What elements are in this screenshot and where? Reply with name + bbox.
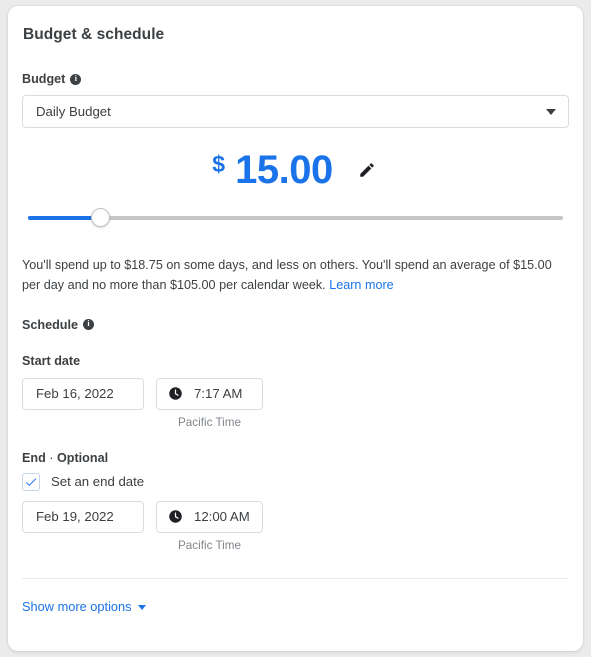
page-title: Budget & schedule	[23, 26, 165, 43]
show-more-options-link[interactable]: Show more options	[22, 599, 146, 614]
set-end-date-label: Set an end date	[51, 474, 145, 490]
end-date-row: Feb 19, 2022 12:00 AM	[22, 500, 569, 533]
start-date-value: Feb 16, 2022	[36, 386, 114, 402]
start-time-value: 7:17 AM	[194, 386, 243, 402]
end-label-text: End	[22, 450, 46, 465]
budget-label-text: Budget	[22, 72, 66, 86]
budget-schedule-card: Budget & schedule Budget i Daily Budget …	[8, 6, 583, 651]
show-more-options-label: Show more options	[22, 598, 132, 614]
schedule-label-text: Schedule	[22, 317, 78, 332]
end-label: End · Optional	[22, 451, 569, 465]
chevron-down-icon	[546, 108, 556, 115]
clock-icon	[169, 387, 182, 401]
budget-type-select[interactable]: Daily Budget	[22, 95, 569, 128]
info-icon[interactable]: i	[70, 73, 82, 85]
end-optional-text: Optional	[57, 450, 109, 465]
set-end-date-checkbox-row[interactable]: Set an end date	[22, 472, 569, 491]
end-date-input[interactable]: Feb 19, 2022	[22, 500, 144, 533]
end-label-separator: ·	[45, 450, 57, 465]
spend-note-text: You'll spend up to $18.75 on some days, …	[22, 258, 552, 293]
footer-divider	[22, 577, 569, 579]
end-time-value: 12:00 AM	[194, 509, 250, 525]
chevron-down-icon	[137, 604, 146, 610]
budget-type-value: Daily Budget	[36, 104, 111, 119]
pencil-icon	[359, 163, 374, 177]
start-date-label: Start date	[22, 353, 81, 368]
budget-amount-value: 15.00	[235, 148, 333, 192]
set-end-date-checkbox[interactable]	[22, 472, 40, 491]
budget-amount-row: $ 15.00	[22, 150, 569, 190]
schedule-label: Schedule i	[22, 318, 569, 332]
edit-budget-button[interactable]	[355, 158, 379, 182]
check-icon	[25, 478, 37, 486]
slider-fill	[28, 216, 101, 220]
start-timezone-note: Pacific Time	[178, 415, 241, 429]
end-time-input[interactable]: 12:00 AM	[156, 500, 263, 533]
spend-estimate-note: You'll spend up to $18.75 on some days, …	[22, 255, 569, 296]
end-timezone-note: Pacific Time	[178, 538, 241, 552]
slider-thumb[interactable]	[90, 208, 110, 227]
currency-symbol: $	[212, 150, 226, 177]
end-date-value: Feb 19, 2022	[36, 509, 114, 525]
clock-icon	[169, 510, 182, 524]
start-time-input[interactable]: 7:17 AM	[156, 377, 263, 410]
budget-label: Budget i	[22, 72, 569, 86]
start-date-input[interactable]: Feb 16, 2022	[22, 377, 144, 410]
info-icon[interactable]: i	[83, 319, 94, 331]
learn-more-link[interactable]: Learn more	[329, 278, 394, 292]
budget-slider[interactable]	[22, 207, 569, 229]
start-date-row: Feb 16, 2022 7:17 AM	[22, 377, 569, 410]
